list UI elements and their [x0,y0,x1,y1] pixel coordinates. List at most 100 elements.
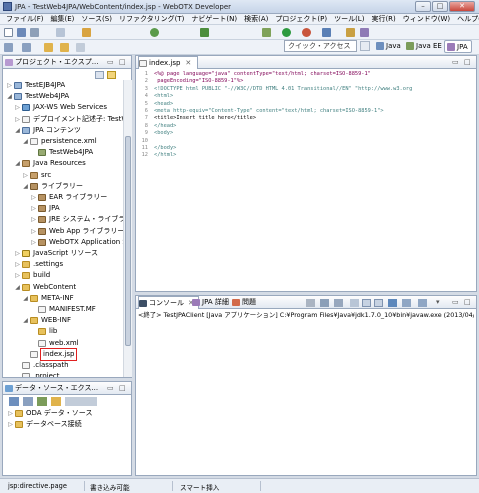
close-tab-icon[interactable]: ✕ [185,59,191,67]
tree-item[interactable]: ▷ JRE システム・ライブラ [30,214,124,225]
terminate-icon[interactable] [306,299,315,307]
expand-toggle-icon[interactable]: ▷ [30,203,37,214]
close-button[interactable]: ✕ [449,1,475,12]
tree-item[interactable]: ◢ WEB-INF [22,315,71,326]
tree-item[interactable]: ◢ WebContent [14,282,76,293]
expand-toggle-icon[interactable]: ▷ [30,214,37,225]
scrollbar-thumb[interactable] [125,136,131,346]
code-line[interactable]: 7 <title>Insert title here</title> [136,115,256,122]
search-icon[interactable] [360,28,369,37]
menu-source[interactable]: ソース(S) [81,14,112,24]
code-line[interactable]: 9 <body> [136,130,173,137]
previous-annotation-icon[interactable] [22,43,31,52]
open-console-icon[interactable] [418,299,427,307]
minimize-view-icon[interactable]: ▭ [452,58,459,67]
tree-item[interactable]: ◢ META-INF [22,293,74,304]
run-icon[interactable] [282,28,291,37]
menu-search[interactable]: 検索(A) [244,14,268,24]
menu-project[interactable]: プロジェクト(P) [275,14,327,24]
tree-item[interactable]: ▷ TestEJB4JPA [6,80,65,91]
globe-icon[interactable] [150,28,159,37]
next-annotation-icon[interactable] [4,43,13,52]
tree-item[interactable]: TestWeb4JPA [30,147,93,158]
debug-icon[interactable] [200,28,209,37]
tree-item[interactable]: web.xml [30,338,79,349]
expand-toggle-icon[interactable]: ▷ [14,248,21,259]
minimize-button[interactable]: – [415,1,431,12]
perspective-java[interactable]: Java [374,40,404,53]
menu-window[interactable]: ウィンドウ(W) [403,14,450,24]
quick-access-input[interactable]: クイック・アクセス [284,40,357,52]
pin-console-icon[interactable] [388,299,397,307]
back-icon[interactable] [60,43,69,52]
tree-item[interactable]: ◢ TestWeb4JPA [6,91,69,102]
tree-item[interactable]: ◢ JPA コンテンツ [14,125,81,136]
new-java-project-icon[interactable] [322,28,331,37]
expand-toggle-icon[interactable]: ◢ [22,136,29,147]
tree-item[interactable]: ▷ .settings [14,259,63,270]
remove-launch-icon[interactable] [320,299,329,307]
save-all-icon[interactable] [30,28,39,37]
tree-item[interactable]: ▷ JavaScript リソース [14,248,98,259]
tree-item[interactable]: MANIFEST.MF [30,304,96,315]
new-server-icon[interactable] [82,28,91,37]
tree-item-db-connections[interactable]: ▷ データベース接続 [7,419,82,430]
view-menu-icon[interactable]: ▾ [436,298,440,307]
external-tools-icon[interactable] [302,28,311,37]
expand-toggle-icon[interactable]: ▷ [30,192,37,203]
maximize-view-icon[interactable]: □ [464,58,471,67]
last-edit-location-icon[interactable] [44,43,53,52]
menu-help[interactable]: ヘルプ(H) [457,14,479,24]
tab-jpa-details[interactable]: JPA 詳細 [192,296,229,309]
code-line[interactable]: 10 [136,138,154,145]
menu-navigate[interactable]: ナビゲート(N) [191,14,237,24]
data-source-toolbar[interactable] [9,397,97,406]
scroll-lock-icon[interactable] [362,299,371,307]
tree-item[interactable]: ◢ ライブラリー [22,181,83,192]
data-source-tab[interactable]: データ・ソース・エクス... [5,382,98,395]
code-area[interactable]: 1 <%@ page language="java" contentType="t… [136,71,474,291]
display-console-icon[interactable] [402,299,411,307]
expand-toggle-icon[interactable]: ◢ [22,315,29,326]
code-line[interactable]: 3 <!DOCTYPE html PUBLIC "-//W3C//DTD HTML… [136,86,413,93]
code-line[interactable]: 8 </head> [136,123,177,130]
tree-item[interactable]: .classpath [14,360,69,371]
link-with-editor-icon[interactable] [107,71,116,79]
tree-item[interactable]: ▷ EAR ライブラリー [30,192,107,203]
code-line[interactable]: 12 </html> [136,152,177,159]
remove-all-icon[interactable] [334,299,343,307]
expand-icon[interactable]: ▷ [7,419,14,430]
collapse-all-icon[interactable] [95,71,104,79]
minimize-view-icon[interactable]: ▭ [107,58,114,67]
code-line[interactable]: 1 <%@ page language="java" contentType="t… [136,71,371,78]
tree-item-oda[interactable]: ▷ ODA データ・ソース [7,408,92,419]
perspective-javaee[interactable]: Java EE [404,40,445,53]
tree-item[interactable]: ▷ Web App ライブラリー [30,226,124,237]
open-type-icon[interactable] [346,28,355,37]
tree-item[interactable]: ◢ persistence.xml [22,136,97,147]
tree-item[interactable]: ▷ JPA [30,203,60,214]
expand-toggle-icon[interactable]: ▷ [22,170,29,181]
tree-item[interactable]: .project [14,371,60,377]
project-explorer-tab[interactable]: プロジェクト・エクスプ... [5,56,98,69]
maximize-button[interactable]: □ [432,1,448,12]
expand-toggle-icon[interactable]: ▷ [14,114,21,125]
tab-problems[interactable]: 問題 [232,296,256,309]
expand-toggle-icon[interactable]: ▷ [14,270,21,281]
bug-icon[interactable] [262,28,271,37]
maximize-view-icon[interactable]: □ [464,298,471,307]
tree-item[interactable]: ▷ build [14,270,50,281]
tree-item[interactable]: ▷ WebOTX Application S [30,237,124,248]
code-line[interactable]: 11 </body> [136,145,177,152]
minimize-view-icon[interactable]: ▭ [107,384,114,393]
tree-item[interactable]: ▷ src [22,170,51,181]
expand-icon[interactable]: ▷ [7,408,14,419]
perspective-jpa[interactable]: JPA [444,40,472,53]
code-line[interactable]: 2 pageEncoding="ISO-8859-1"%> [136,78,244,85]
tree-item[interactable]: ◢ Java Resources [14,158,86,169]
tab-console[interactable]: コンソール ✕ [138,296,199,309]
print-icon[interactable] [56,28,65,37]
maximize-view-icon[interactable]: □ [119,384,126,393]
menu-file[interactable]: ファイル(F) [6,14,44,24]
code-line[interactable]: 6 <meta http-equiv="Content-Type" content… [136,108,384,115]
